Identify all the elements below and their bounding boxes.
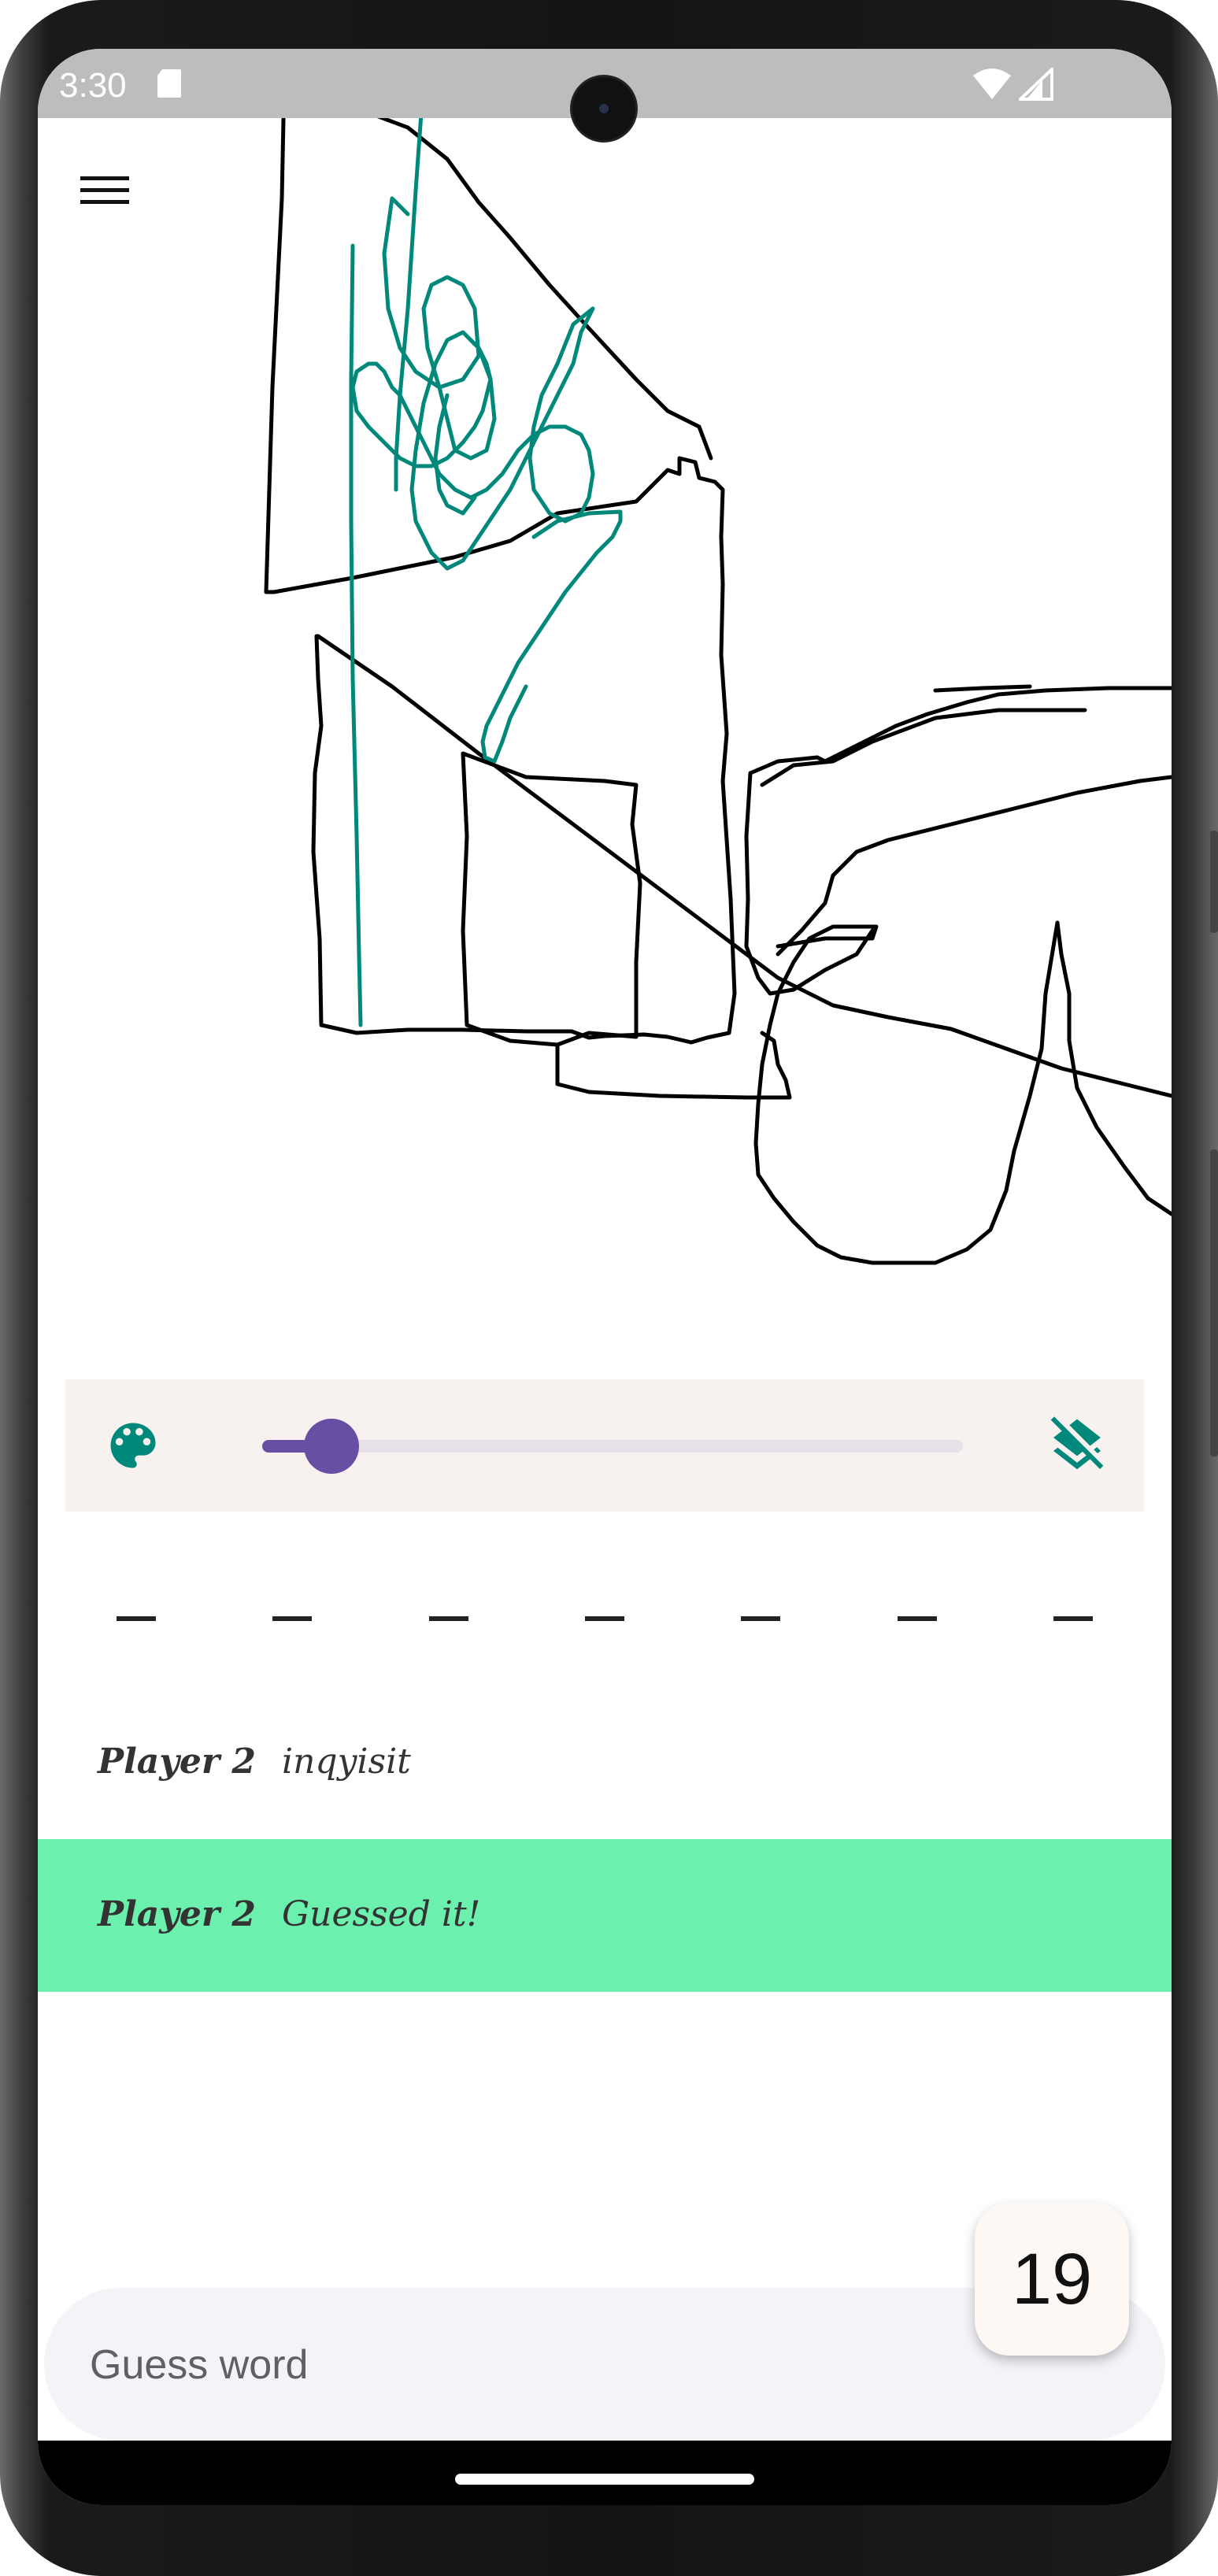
navigation-bar [38,2441,1172,2505]
layers-clear-icon[interactable] [1046,1414,1109,1477]
palette-icon[interactable] [103,1416,163,1475]
word-hint [38,1572,1172,1667]
wifi-icon [973,68,1011,99]
front-camera [572,77,635,140]
message-player: Player 2 [98,1894,256,1934]
letter-blank [428,1572,468,1667]
letter-blank [741,1572,781,1667]
chat-message: Player 2 inqyisit [38,1686,1172,1839]
power-key [1210,1149,1218,1456]
guess-input[interactable] [88,2327,957,2403]
signal-icon [1019,68,1053,101]
sd-card-icon [157,69,181,98]
timer-badge: 19 [975,2203,1129,2356]
screen: 3:30 Player 2 inqyisit Player 2 Guessed … [38,49,1172,2505]
brush-size-slider[interactable] [262,1403,963,1490]
letter-blank [897,1572,937,1667]
volume-key [1210,831,1218,933]
letter-blank [1053,1572,1093,1667]
letter-blank [584,1572,624,1667]
drawing-canvas[interactable] [38,118,1172,1346]
message-text: Guessed it! [282,1894,481,1934]
message-player: Player 2 [98,1741,256,1782]
drawing-toolbar [65,1379,1144,1512]
menu-icon[interactable] [77,162,132,217]
message-text: inqyisit [282,1741,411,1782]
slider-track [262,1440,963,1453]
slider-thumb[interactable] [304,1419,359,1474]
letter-blank [117,1572,156,1667]
home-gesture-pill[interactable] [455,2474,754,2485]
letter-blank [272,1572,313,1667]
status-time: 3:30 [59,66,127,105]
chat-message-correct: Player 2 Guessed it! [38,1839,1172,1992]
